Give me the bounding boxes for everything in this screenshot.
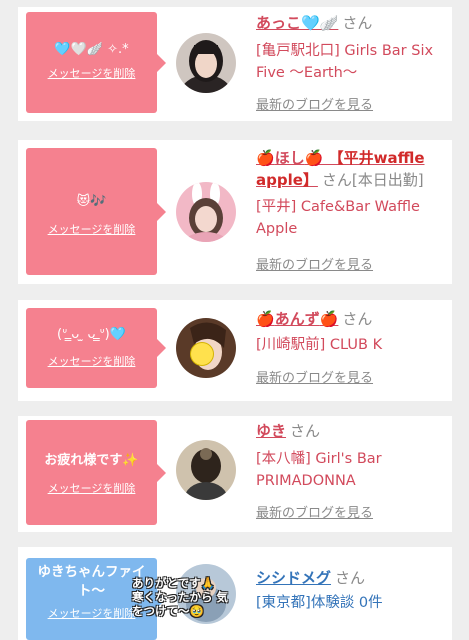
- message-bubble: (ᐡ ̳ᴗ ̫ ᴗ ̳ᐡ)🩵 メッセージを削除: [26, 308, 166, 388]
- delete-message-link[interactable]: メッセージを削除: [26, 353, 157, 369]
- cast-info: ゆき さん [本八幡] Girl's Bar PRIMADONNA: [256, 420, 446, 492]
- latest-blog-link[interactable]: 最新のブログを見る: [256, 254, 373, 273]
- cast-info: 🍎ほし🍎 【平井waffle apple】 さん[本日出勤] [平井] Cafe&…: [256, 147, 446, 240]
- message-text: 😻🎶: [76, 194, 107, 209]
- shop-name: [川崎駅前] CLUB K: [256, 337, 383, 353]
- shop-name: [亀戸駅北口] Girls Bar Six Five 〜Earth〜: [256, 43, 434, 81]
- honorific: さん[本日出勤]: [321, 171, 424, 189]
- message-card: 😻🎶 メッセージを削除 🍎ほし🍎 【平井waffle apple】 さん[本日出勤…: [18, 140, 452, 284]
- cast-info: あっこ🩵🪽 さん [亀戸駅北口] Girls Bar Six Five 〜Eart…: [256, 12, 446, 84]
- message-text: (ᐡ ̳ᴗ ̫ ᴗ ̳ᐡ)🩵: [57, 327, 126, 342]
- shop-name: [東京都]体験談 0件: [256, 595, 383, 611]
- cast-info: シシドメグ さん [東京都]体験談 0件: [256, 567, 446, 614]
- message-bubble: お疲れ様です✨ メッセージを削除: [26, 420, 166, 525]
- delete-message-link[interactable]: メッセージを削除: [26, 480, 157, 496]
- latest-blog-link[interactable]: 最新のブログを見る: [256, 94, 373, 113]
- message-text: お疲れ様です✨: [44, 453, 139, 468]
- sticker-overlay-text: ありがとです🙏 寒くなったから 気をつけて〜🥹: [132, 576, 229, 618]
- avatar[interactable]: [176, 182, 236, 242]
- latest-blog-link[interactable]: 最新のブログを見る: [256, 367, 373, 386]
- delete-message-link[interactable]: メッセージを削除: [26, 65, 157, 81]
- latest-blog-link[interactable]: 最新のブログを見る: [256, 502, 373, 521]
- avatar[interactable]: [176, 440, 236, 500]
- message-card: 🩵🤍🪽 ✧.* メッセージを削除 あっこ🩵🪽 さん [亀戸駅北口] Girls B…: [18, 7, 452, 121]
- honorific: さん: [290, 422, 321, 440]
- message-bubble: 🩵🤍🪽 ✧.* メッセージを削除: [26, 12, 166, 113]
- avatar[interactable]: [176, 33, 236, 93]
- honorific: さん: [342, 14, 373, 32]
- cast-info: 🍎あんず🍎 さん [川崎駅前] CLUB K: [256, 308, 446, 356]
- cast-name-link[interactable]: 🍎あんず🍎: [256, 310, 338, 328]
- message-card: ゆきちゃんファイト〜 メッセージを削除 シシドメグ さん [東京都]体験談 0件: [18, 547, 452, 640]
- message-bubble: 😻🎶 メッセージを削除: [26, 148, 166, 275]
- cast-name-link[interactable]: あっこ🩵🪽: [256, 14, 338, 32]
- delete-message-link[interactable]: メッセージを削除: [26, 221, 157, 237]
- cast-name-link[interactable]: ゆき: [256, 422, 286, 440]
- message-card: お疲れ様です✨ メッセージを削除 ゆき さん [本八幡] Girl's Bar P…: [18, 416, 452, 532]
- shop-name: [平井] Cafe&Bar Waffle Apple: [256, 199, 420, 237]
- message-text: 🩵🤍🪽 ✧.*: [54, 42, 129, 57]
- honorific: さん: [342, 310, 373, 328]
- honorific: さん: [335, 569, 366, 587]
- message-card: (ᐡ ̳ᴗ ̫ ᴗ ̳ᐡ)🩵 メッセージを削除 🍎あんず🍎 さん [川崎駅前] C…: [18, 300, 452, 401]
- cast-name-link[interactable]: シシドメグ: [256, 569, 331, 587]
- shop-name: [本八幡] Girl's Bar PRIMADONNA: [256, 451, 382, 489]
- emoji-sticker-icon: [190, 342, 214, 366]
